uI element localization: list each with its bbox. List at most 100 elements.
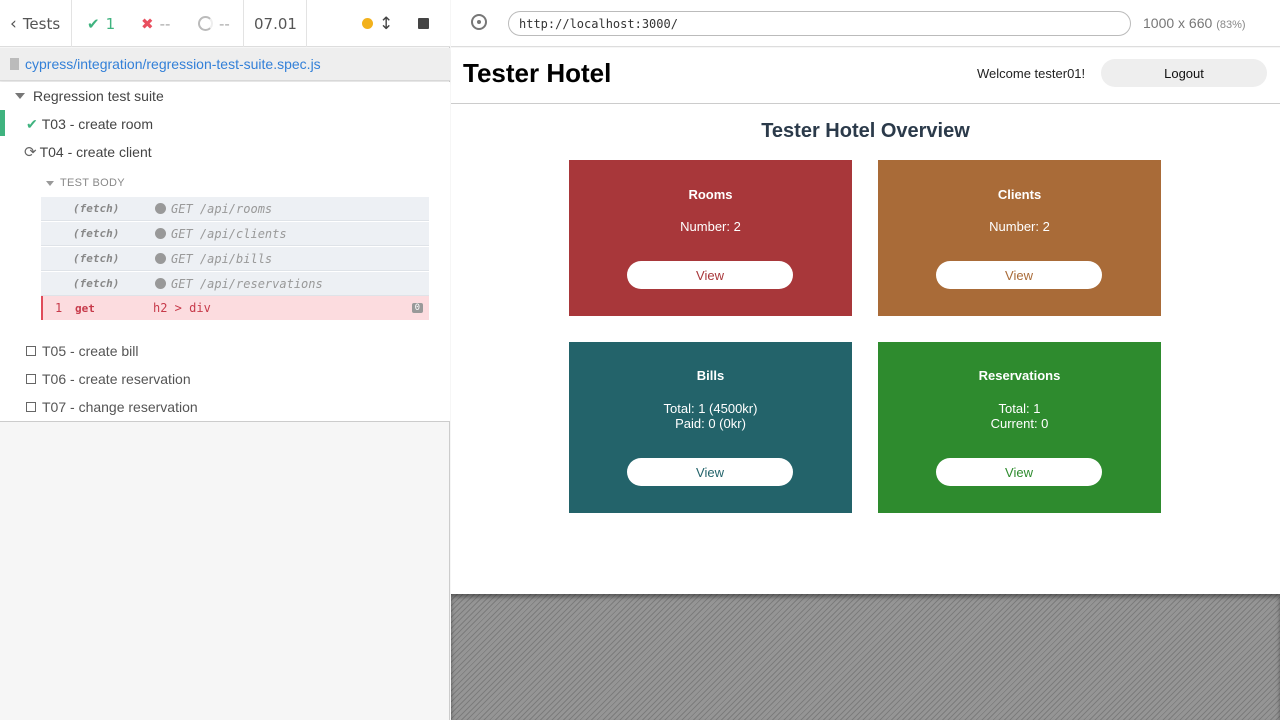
- stop-icon: [418, 18, 429, 29]
- test-body-label: TEST BODY: [60, 177, 125, 189]
- app-iframe: Tester Hotel Welcome tester01! Logout Te…: [451, 48, 1280, 594]
- viewport-info: 1000 x 660 (83%): [1143, 15, 1246, 31]
- pending-dot-icon: [155, 278, 166, 289]
- card-info: Number: 2: [569, 219, 852, 234]
- logout-button[interactable]: Logout: [1101, 59, 1267, 87]
- divider: [306, 0, 307, 47]
- failing-command-row[interactable]: 1 get h2 > div 0: [41, 296, 429, 320]
- duration: 07.01: [254, 14, 297, 33]
- pending-count: --: [219, 14, 230, 33]
- pending-ring-icon: [198, 16, 213, 31]
- card-title: Reservations: [978, 368, 1061, 383]
- test-item-t05[interactable]: T05 - create bill: [0, 339, 449, 363]
- clients-number: Number: 2: [989, 219, 1050, 234]
- card-info: Number: 2: [878, 219, 1161, 234]
- test-item-t03[interactable]: ✔ T03 - create room: [0, 112, 449, 136]
- command-message: GET /api/clients: [171, 226, 287, 241]
- passed-stat: ✔ 1: [87, 0, 115, 47]
- test-item-t07[interactable]: T07 - change reservation: [0, 395, 449, 419]
- command-message: GET /api/bills: [171, 251, 273, 266]
- welcome-text: Welcome tester01!: [977, 66, 1086, 81]
- card-title: Bills: [696, 368, 725, 383]
- test-label: T03 - create room: [41, 116, 153, 132]
- test-item-t04[interactable]: ⟳ T04 - create client: [0, 140, 449, 164]
- command-row[interactable]: (fetch) GET /api/bills: [41, 247, 429, 271]
- pending-square-icon: [26, 374, 36, 384]
- refresh-icon: ⟳: [24, 144, 37, 161]
- test-label: T07 - change reservation: [42, 399, 198, 415]
- view-bills-button[interactable]: View: [627, 458, 793, 486]
- pending-dot-icon: [155, 253, 166, 264]
- rooms-number: Number: 2: [680, 219, 741, 234]
- passed-count: 1: [105, 14, 116, 33]
- rooms-card: Rooms Number: 2 View: [569, 160, 852, 316]
- page-title: Tester Hotel Overview: [761, 120, 970, 142]
- spec-file-link[interactable]: cypress/integration/regression-test-suit…: [25, 56, 321, 72]
- suite-label: Regression test suite: [33, 88, 164, 104]
- clients-card: Clients Number: 2 View: [878, 160, 1161, 316]
- divider: [243, 0, 244, 47]
- command-number: 1: [55, 301, 63, 315]
- stop-button[interactable]: [418, 0, 429, 47]
- caret-down-icon: [15, 93, 25, 99]
- tests-label: Tests: [22, 14, 61, 33]
- test-label: T05 - create bill: [42, 343, 139, 359]
- failed-stat: ✖ --: [141, 0, 170, 47]
- test-label: T06 - create reservation: [42, 371, 191, 387]
- site-title: Tester Hotel: [463, 58, 612, 88]
- command-row[interactable]: (fetch) GET /api/reservations: [41, 272, 429, 296]
- card-info: Total: 1 (4500kr) Paid: 0 (0kr): [569, 401, 852, 431]
- reservations-card: Reservations Total: 1 Current: 0 View: [878, 342, 1161, 513]
- suite-title[interactable]: Regression test suite: [0, 84, 449, 108]
- site-header: Tester Hotel Welcome tester01! Logout: [451, 48, 1280, 104]
- pending-dot-icon: [155, 228, 166, 239]
- command-log: Regression test suite ✔ T03 - create roo…: [0, 82, 450, 422]
- pending-dot-icon: [155, 203, 166, 214]
- check-icon: ✔: [87, 14, 100, 33]
- command-row[interactable]: (fetch) GET /api/rooms: [41, 197, 429, 221]
- running-indicator-icon: [362, 0, 373, 47]
- command-name: (fetch): [73, 252, 120, 265]
- file-icon: [10, 58, 19, 70]
- tests-back-button[interactable]: ‹ Tests: [10, 0, 60, 47]
- reservations-current: Current: 0: [990, 416, 1049, 431]
- spec-file-bar: cypress/integration/regression-test-suit…: [0, 48, 450, 81]
- command-name: (fetch): [73, 227, 120, 240]
- bills-total: Total: 1 (4500kr): [663, 401, 758, 416]
- card-info: Total: 1 Current: 0: [878, 401, 1161, 431]
- pending-square-icon: [26, 346, 36, 356]
- test-runner-panel: ‹ Tests ✔ 1 ✖ -- -- 07.01 ↕ cypress/inte…: [0, 0, 450, 720]
- test-item-t06[interactable]: T06 - create reservation: [0, 367, 449, 391]
- bills-paid: Paid: 0 (0kr): [675, 416, 746, 431]
- auto-scroll-icon[interactable]: ↕: [379, 0, 393, 47]
- reservations-total: Total: 1: [998, 401, 1041, 416]
- check-icon: ✔: [26, 115, 38, 132]
- command-message: GET /api/reservations: [171, 276, 323, 291]
- test-body-header[interactable]: TEST BODY: [0, 173, 449, 193]
- x-icon: ✖: [141, 14, 154, 33]
- failed-count: --: [159, 14, 171, 33]
- card-title: Clients: [997, 187, 1042, 202]
- pending-square-icon: [26, 402, 36, 412]
- app-preview: http://localhost:3000/ 1000 x 660 (83%) …: [451, 0, 1280, 720]
- command-row[interactable]: (fetch) GET /api/clients: [41, 222, 429, 246]
- command-selector: h2 > div: [153, 301, 211, 315]
- view-reservations-button[interactable]: View: [936, 458, 1102, 486]
- aut-header: http://localhost:3000/ 1000 x 660 (83%): [451, 0, 1280, 47]
- command-name: get: [75, 301, 95, 315]
- command-message: GET /api/rooms: [171, 201, 273, 216]
- url-field[interactable]: http://localhost:3000/: [508, 11, 1131, 36]
- divider: [71, 0, 72, 47]
- pending-stat: --: [198, 0, 230, 47]
- view-clients-button[interactable]: View: [936, 261, 1102, 289]
- selector-playground-icon[interactable]: [471, 14, 487, 30]
- viewport-scale: (83%): [1216, 19, 1246, 31]
- element-count-badge: 0: [411, 303, 423, 313]
- command-name: (fetch): [73, 202, 120, 215]
- caret-down-icon: [46, 180, 54, 186]
- viewport-backdrop: [451, 594, 1280, 720]
- viewport-size: 1000 x 660: [1143, 15, 1213, 31]
- runner-header: ‹ Tests ✔ 1 ✖ -- -- 07.01 ↕: [0, 0, 450, 47]
- test-label: T04 - create client: [39, 144, 152, 160]
- view-rooms-button[interactable]: View: [627, 261, 793, 289]
